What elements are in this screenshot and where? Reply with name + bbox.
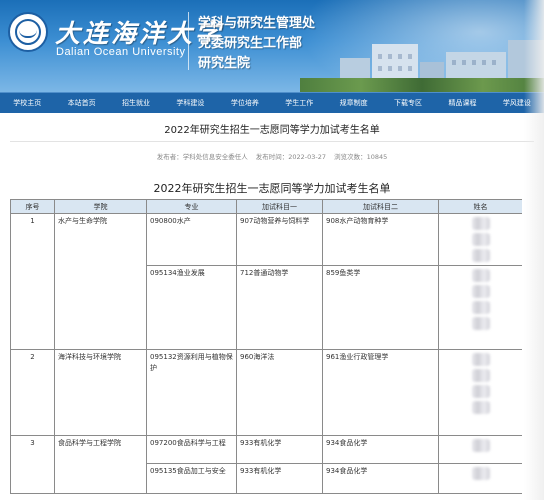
candidate-table: 序号 学院 专业 加试科目一 加试科目二 姓名 1 水产与生命学院 090800… xyxy=(10,199,522,494)
col-header-no: 序号 xyxy=(10,199,55,214)
university-logo-icon[interactable] xyxy=(8,12,48,52)
col-header-college: 学院 xyxy=(54,199,147,214)
col-header-subject-1: 加试科目一 xyxy=(236,199,323,214)
nav-item-degree[interactable]: 学位培养 xyxy=(218,93,272,113)
cell-subject-1: 960海洋法 xyxy=(236,349,323,436)
cell-subject-1: 933有机化学 xyxy=(236,435,323,464)
nav-item-regulations[interactable]: 规章制度 xyxy=(326,93,380,113)
cell-major: 090800水产 xyxy=(146,213,237,266)
table-row: 2 海洋科技与环境学院 095132资源利用与植物保护 960海洋法 961渔业… xyxy=(10,349,522,436)
university-name-en: Dalian Ocean University xyxy=(56,46,186,58)
dept-name-line-2: 党委研究生工作部 xyxy=(198,36,303,51)
cell-name-redacted xyxy=(438,349,522,436)
nav-item-site-home[interactable]: 本站首页 xyxy=(54,93,108,113)
table-header-row: 序号 学院 专业 加试科目一 加试科目二 姓名 xyxy=(10,199,522,214)
main-nav: 学校主页 本站首页 招生就业 学科建设 学位培养 学生工作 规章制度 下载专区 … xyxy=(0,92,544,113)
nav-item-courses[interactable]: 精品课程 xyxy=(435,93,489,113)
table-title: 2022年研究生招生一志愿同等学力加试考生名单 xyxy=(153,182,391,195)
col-header-subject-2: 加试科目二 xyxy=(322,199,439,214)
nav-item-admissions[interactable]: 招生就业 xyxy=(109,93,163,113)
article-title: 2022年研究生招生一志愿同等学力加试考生名单 xyxy=(164,125,380,136)
cell-major: 097200食品科学与工程 xyxy=(146,435,237,464)
publisher-text: 发布者：学科处信息安全委任人 xyxy=(156,153,248,161)
cell-no: 2 xyxy=(10,349,55,436)
table-row: 3 食品科学与工程学院 097200食品科学与工程 933有机化学 934食品化… xyxy=(10,435,522,494)
cell-subject-1: 933有机化学 xyxy=(236,463,323,494)
cell-subject-2: 961渔业行政管理学 xyxy=(322,349,439,436)
cell-college: 食品科学与工程学院 xyxy=(54,435,147,494)
campus-trees xyxy=(300,78,544,92)
cell-subject-2: 908水产动物育种学 xyxy=(322,213,439,266)
cell-no: 1 xyxy=(10,213,55,350)
cell-major: 095134渔业发展 xyxy=(146,265,237,350)
cell-subject-2: 934食品化学 xyxy=(322,435,439,464)
view-count: 浏览次数：10845 xyxy=(334,153,388,161)
nav-item-discipline[interactable]: 学科建设 xyxy=(163,93,217,113)
nav-item-downloads[interactable]: 下载专区 xyxy=(381,93,435,113)
table-row: 1 水产与生命学院 090800水产 907动物营养与饲料学 908水产动物育种… xyxy=(10,213,522,350)
cell-name-redacted xyxy=(438,435,522,464)
page-edge-shadow xyxy=(524,0,544,500)
cell-major: 095132资源利用与植物保护 xyxy=(146,349,237,436)
nav-item-student-work[interactable]: 学生工作 xyxy=(272,93,326,113)
cell-no: 3 xyxy=(10,435,55,494)
cell-name-redacted xyxy=(438,213,522,266)
nav-item-school-home[interactable]: 学校主页 xyxy=(0,93,54,113)
candidate-table-wrapper: 序号 学院 专业 加试科目一 加试科目二 姓名 1 水产与生命学院 090800… xyxy=(10,199,522,500)
title-divider xyxy=(10,141,534,142)
cell-subject-1: 712普通动物学 xyxy=(236,265,323,350)
cell-college: 海洋科技与环境学院 xyxy=(54,349,147,436)
article-meta: 发布者：学科处信息安全委任人 发布时间：2022-03-27 浏览次数：1084… xyxy=(0,151,544,161)
cell-name-redacted xyxy=(438,463,522,494)
cell-name-redacted xyxy=(438,265,522,350)
cell-college: 水产与生命学院 xyxy=(54,213,147,350)
cell-major: 095135食品加工与安全 xyxy=(146,463,237,494)
cell-subject-2: 934食品化学 xyxy=(322,463,439,494)
dept-name-line-3: 研究生院 xyxy=(198,56,251,71)
cell-subject-2: 859鱼类学 xyxy=(322,265,439,350)
logo-divider xyxy=(188,12,189,70)
cell-subject-1: 907动物营养与饲料学 xyxy=(236,213,323,266)
col-header-name: 姓名 xyxy=(438,199,522,214)
site-banner: 大连海洋大学 Dalian Ocean University 学科与研究生管理处… xyxy=(0,0,544,92)
col-header-major: 专业 xyxy=(146,199,237,214)
dept-name-line-1: 学科与研究生管理处 xyxy=(198,16,316,31)
publish-date: 发布时间：2022-03-27 xyxy=(255,153,327,161)
